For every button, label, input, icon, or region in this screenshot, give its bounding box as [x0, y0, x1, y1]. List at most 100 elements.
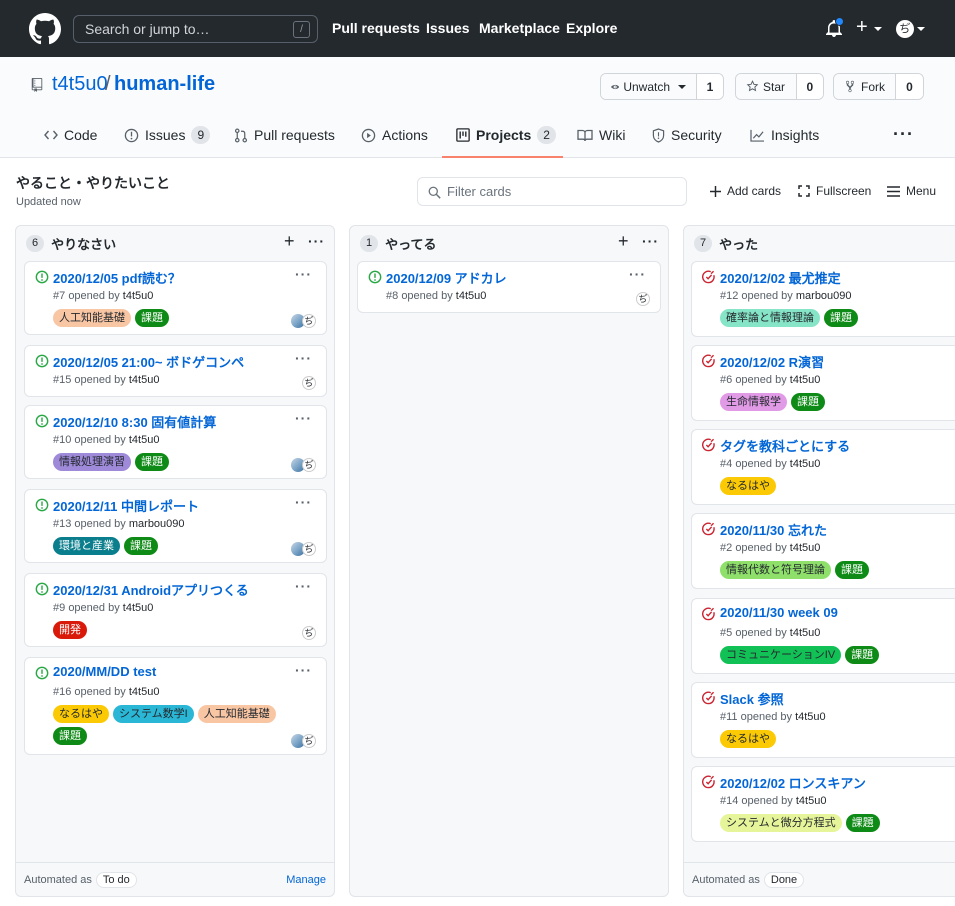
issue-card[interactable]: 2020/MM/DD test ··· #16 opened by t4t5u0 なる…	[24, 657, 327, 755]
issue-label[interactable]: 情報代数と符号理論	[720, 561, 831, 579]
tab-issues[interactable]: Issues 9	[124, 126, 211, 144]
star-count[interactable]: 0	[796, 74, 823, 99]
star-button[interactable]: Star	[736, 74, 797, 99]
issue-label[interactable]: なるはや	[53, 705, 109, 723]
user-menu-caret-icon[interactable]	[917, 27, 925, 31]
issue-title-link[interactable]: 2020/12/09 アドカレ	[386, 268, 507, 287]
card-menu-kebab-icon[interactable]: ···	[629, 266, 646, 282]
repo-name-link[interactable]: human-life	[114, 73, 215, 96]
issue-author[interactable]: t4t5u0	[129, 374, 160, 386]
tab-insights[interactable]: Insights	[750, 127, 819, 143]
fork-count[interactable]: 0	[896, 74, 923, 99]
nav-explore[interactable]: Explore	[566, 20, 617, 36]
issue-label[interactable]: 情報処理演習	[53, 453, 131, 471]
issue-card[interactable]: 2020/12/05 pdf読む？ ··· #7 opened by t4t5u0 人…	[24, 261, 327, 335]
fork-button[interactable]: Fork	[834, 74, 896, 99]
issue-label[interactable]: 課題	[53, 727, 87, 745]
issue-title-link[interactable]: 2020/12/10 8:30 固有値計算	[53, 412, 216, 431]
issue-label[interactable]: 人工知能基礎	[53, 309, 131, 327]
issue-author[interactable]: t4t5u0	[123, 602, 154, 614]
issue-label[interactable]: 課題	[835, 561, 869, 579]
issue-card[interactable]: 2020/12/11 中間レポート ··· #13 opened by marbou…	[24, 489, 327, 563]
issue-label[interactable]: 課題	[824, 309, 858, 327]
nav-marketplace[interactable]: Marketplace	[479, 20, 560, 36]
tab-security[interactable]: Security	[652, 127, 722, 143]
tab-pull-requests[interactable]: Pull requests	[234, 127, 335, 143]
issue-author[interactable]: t4t5u0	[790, 374, 821, 386]
issue-label[interactable]: 人工知能基礎	[197, 705, 276, 723]
tab-wiki[interactable]: Wiki	[577, 127, 625, 143]
tab-projects[interactable]: Projects 2	[456, 126, 556, 144]
issue-title-link[interactable]: 2020/12/02 ロンスキアン	[720, 773, 866, 792]
github-logo-icon[interactable]	[29, 13, 61, 45]
filter-cards-input[interactable]: Filter cards	[417, 177, 687, 206]
user-avatar[interactable]: ぢ	[896, 20, 914, 38]
issue-title-link[interactable]: 2020/11/30 忘れた	[720, 520, 827, 539]
assignee-avatar[interactable]: ぢ	[302, 458, 316, 472]
issue-card[interactable]: 2020/11/30 week 09 #5 opened by t4t5u0 コミュ…	[691, 598, 955, 674]
tab-code[interactable]: Code	[44, 127, 97, 143]
issue-title-link[interactable]: 2020/12/05 pdf読む？	[53, 268, 181, 287]
issue-card[interactable]: 2020/12/02 ロンスキアン #14 opened by t4t5u0 システ…	[691, 766, 955, 842]
issue-author[interactable]: t4t5u0	[790, 542, 821, 554]
unwatch-button[interactable]: Unwatch	[601, 74, 697, 99]
card-menu-kebab-icon[interactable]: ···	[295, 410, 312, 426]
issue-card[interactable]: Slack 参照 #11 opened by t4t5u0 なるはや	[691, 682, 955, 758]
card-menu-kebab-icon[interactable]: ···	[295, 494, 312, 510]
add-cards-button[interactable]: Add cards	[710, 184, 781, 198]
issue-title-link[interactable]: 2020/12/02 R演習	[720, 352, 824, 371]
issue-label[interactable]: 課題	[845, 646, 880, 664]
issue-label[interactable]: 課題	[845, 814, 880, 832]
column-add-card-icon[interactable]: +	[618, 232, 629, 250]
issue-label[interactable]: 課題	[791, 393, 825, 411]
issue-card[interactable]: 2020/12/02 最尤推定 #12 opened by marbou090 確率…	[691, 261, 955, 337]
issue-author[interactable]: t4t5u0	[129, 434, 160, 446]
assignee-avatar[interactable]: ぢ	[302, 626, 316, 640]
repo-owner-link[interactable]: t4t5u0	[52, 73, 108, 96]
create-new-plus-icon[interactable]: +	[856, 17, 868, 37]
issue-author[interactable]: t4t5u0	[795, 711, 826, 723]
issue-label[interactable]: 課題	[135, 453, 169, 471]
issue-author[interactable]: t4t5u0	[796, 795, 827, 807]
issue-card[interactable]: 2020/12/31 Androidアプリつくる ··· #9 opened by …	[24, 573, 327, 647]
issue-card[interactable]: タグを教科ごとにする #4 opened by t4t5u0 なるはや	[691, 429, 955, 505]
issue-label[interactable]: 課題	[124, 537, 158, 555]
issue-label[interactable]: 開発	[53, 621, 87, 639]
assignee-avatar[interactable]: ぢ	[302, 734, 316, 748]
issue-label[interactable]: なるはや	[720, 730, 776, 748]
search-input[interactable]: Search or jump to… /	[73, 15, 318, 43]
issue-label[interactable]: 確率論と情報理論	[720, 309, 820, 327]
nav-pull-requests[interactable]: Pull requests	[332, 20, 420, 36]
issue-title-link[interactable]: タグを教科ごとにする	[720, 436, 850, 455]
issue-title-link[interactable]: 2020/11/30 week 09	[720, 605, 838, 620]
assignee-avatar[interactable]: ぢ	[302, 314, 316, 328]
issue-title-link[interactable]: 2020/12/02 最尤推定	[720, 268, 841, 287]
card-menu-kebab-icon[interactable]: ···	[295, 578, 312, 594]
issue-card[interactable]: 2020/12/02 R演習 #6 opened by t4t5u0 生命情報学 課題	[691, 345, 955, 421]
issue-author[interactable]: t4t5u0	[129, 686, 160, 698]
issue-author[interactable]: marbou090	[129, 518, 185, 530]
manage-automation-link[interactable]: Manage	[286, 874, 326, 886]
issue-author[interactable]: t4t5u0	[123, 290, 154, 302]
issue-author[interactable]: t4t5u0	[790, 458, 821, 470]
issue-label[interactable]: なるはや	[720, 477, 776, 495]
issue-card[interactable]: 2020/12/10 8:30 固有値計算 ··· #10 opened by t4…	[24, 405, 327, 479]
nav-issues[interactable]: Issues	[426, 20, 470, 36]
column-menu-kebab-icon[interactable]: ···	[642, 233, 659, 249]
create-menu-caret-icon[interactable]	[874, 27, 882, 31]
fullscreen-button[interactable]: Fullscreen	[798, 184, 871, 198]
tab-actions[interactable]: Actions	[361, 127, 428, 143]
issue-label[interactable]: 環境と産業	[53, 537, 120, 555]
issue-title-link[interactable]: 2020/12/05 21:00~ ボドゲコンペ	[53, 352, 244, 371]
issue-author[interactable]: t4t5u0	[456, 290, 487, 302]
issue-label[interactable]: システム数学I	[113, 705, 194, 723]
watch-count[interactable]: 1	[697, 74, 723, 99]
assignee-avatar[interactable]: ぢ	[302, 542, 316, 556]
issue-title-link[interactable]: 2020/12/31 Androidアプリつくる	[53, 580, 249, 599]
issue-title-link[interactable]: 2020/12/11 中間レポート	[53, 496, 199, 515]
issue-card[interactable]: 2020/12/09 アドカレ ··· #8 opened by t4t5u0 ぢ	[357, 261, 661, 313]
card-menu-kebab-icon[interactable]: ···	[295, 266, 312, 282]
issue-label[interactable]: 生命情報学	[720, 393, 787, 411]
issue-title-link[interactable]: 2020/MM/DD test	[53, 664, 156, 679]
issue-label[interactable]: システムと微分方程式	[720, 814, 842, 832]
